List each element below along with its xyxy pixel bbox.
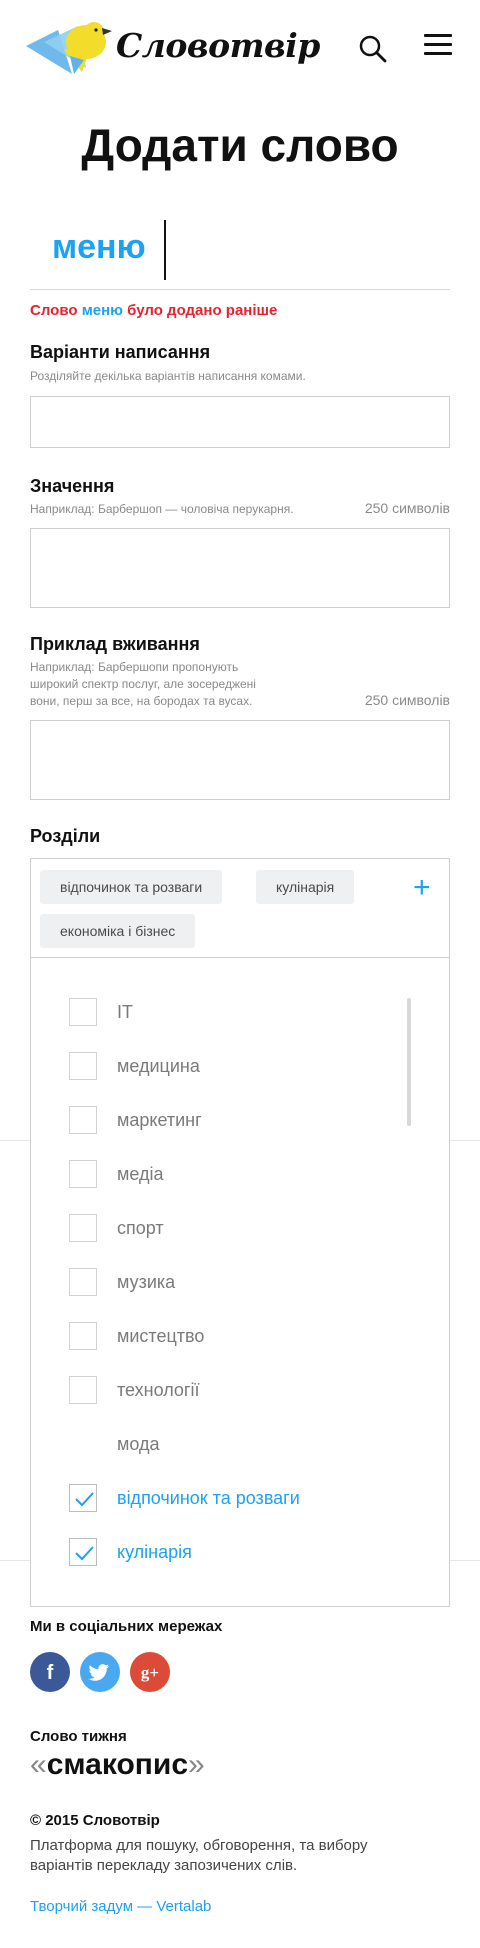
word-input-value: меню (52, 228, 146, 266)
sections-selector[interactable]: відпочинок та розваги кулінарія економік… (30, 858, 450, 958)
text-caret (164, 220, 166, 280)
plus-icon[interactable]: + (413, 873, 431, 903)
sections-dropdown[interactable]: IT медицина маркетинг медіа спорт музика мисте… (30, 957, 450, 1607)
checkbox[interactable] (69, 1214, 97, 1242)
svg-text:f: f (47, 1662, 54, 1684)
credit-link[interactable]: Творчий задум — Vertalab (30, 1898, 211, 1915)
bird-logo-icon[interactable] (24, 16, 114, 78)
site-description: Платформа для пошуку, обговорення, та ви… (30, 1837, 368, 1874)
selected-section-chip[interactable]: кулінарія (256, 870, 355, 904)
example-hint: Наприклад: Барбершопи пропонують широкий… (30, 659, 256, 710)
word-of-week-label: Слово тижня (30, 1728, 127, 1745)
selected-section-chip[interactable]: економіка і бізнес (40, 914, 196, 948)
open-quote: « (30, 1748, 47, 1781)
example-hint-line: вони, перш за все, на бородах та вусах. (30, 694, 253, 708)
section-option-label: спорт (117, 1218, 164, 1238)
close-quote: » (188, 1748, 205, 1781)
example-hint-line: Наприклад: Барбершопи пропонують (30, 660, 239, 674)
warning-prefix: Слово (30, 302, 78, 319)
selected-section-chip[interactable]: відпочинок та розваги (40, 870, 223, 904)
checkbox[interactable] (69, 1160, 97, 1188)
checkbox-checked[interactable] (69, 1538, 97, 1566)
check-icon (75, 1492, 94, 1507)
section-option-label: мистецтво (117, 1326, 205, 1346)
checkbox[interactable] (69, 1322, 97, 1350)
copyright: © 2015 Словотвір (30, 1812, 160, 1829)
facebook-icon[interactable]: f (30, 1652, 70, 1692)
meaning-field[interactable] (30, 528, 450, 608)
meaning-hint: Наприклад: Барбершоп — чоловіча перукарн… (30, 502, 294, 516)
check-icon (75, 1546, 94, 1561)
twitter-icon[interactable] (80, 1652, 120, 1692)
warning-suffix: було додано раніше (127, 302, 278, 319)
word-of-week[interactable]: «смакопис» (30, 1748, 205, 1782)
section-option-label: медицина (117, 1056, 200, 1076)
dropdown-scrollbar[interactable] (407, 998, 411, 1126)
site-logo-text[interactable]: Словотвір (116, 26, 320, 65)
duplicate-word-warning: Слово меню було додано раніше (30, 302, 277, 319)
section-option-label: кулінарія (117, 1542, 192, 1562)
word-input[interactable]: меню (30, 210, 450, 290)
meaning-char-counter: 250 символів (364, 500, 450, 516)
section-option-label: музика (117, 1272, 176, 1292)
meaning-label: Значення (30, 476, 115, 496)
example-field[interactable] (30, 720, 450, 800)
svg-text:g+: g+ (141, 1663, 159, 1682)
spellings-label: Варіанти написання (30, 342, 211, 362)
word-of-week-value[interactable]: смакопис (47, 1748, 188, 1781)
checkbox-checked[interactable] (69, 1484, 97, 1512)
sections-label: Розділи (30, 826, 101, 846)
example-hint-line: широкий спектр послуг, але зосереджені (30, 677, 256, 691)
section-option-label: IT (117, 1002, 133, 1022)
section-option-label: медіа (117, 1164, 164, 1184)
checkbox[interactable] (69, 1052, 97, 1080)
spellings-field[interactable] (30, 396, 450, 448)
hamburger-menu-icon[interactable] (424, 34, 452, 58)
search-icon[interactable] (358, 34, 388, 64)
warning-word: меню (81, 302, 123, 319)
social-label: Ми в соціальних мережах (30, 1618, 223, 1635)
checkbox[interactable] (69, 1106, 97, 1134)
example-char-counter: 250 символів (364, 692, 450, 708)
section-option-label: технології (117, 1380, 200, 1400)
spellings-hint: Розділяйте декілька варіантів написання … (30, 369, 306, 383)
checkbox[interactable] (69, 998, 97, 1026)
site-header: Словотвір (0, 0, 480, 96)
section-option-label: відпочинок та розваги (117, 1488, 300, 1508)
page-title: Додати слово (81, 119, 399, 171)
checkbox[interactable] (69, 1268, 97, 1296)
section-option-label: маркетинг (117, 1110, 202, 1130)
checkbox[interactable] (69, 1376, 97, 1404)
example-label: Приклад вживання (30, 634, 200, 654)
section-option-label: мода (117, 1434, 160, 1454)
google-plus-icon[interactable]: g+ (130, 1652, 170, 1692)
